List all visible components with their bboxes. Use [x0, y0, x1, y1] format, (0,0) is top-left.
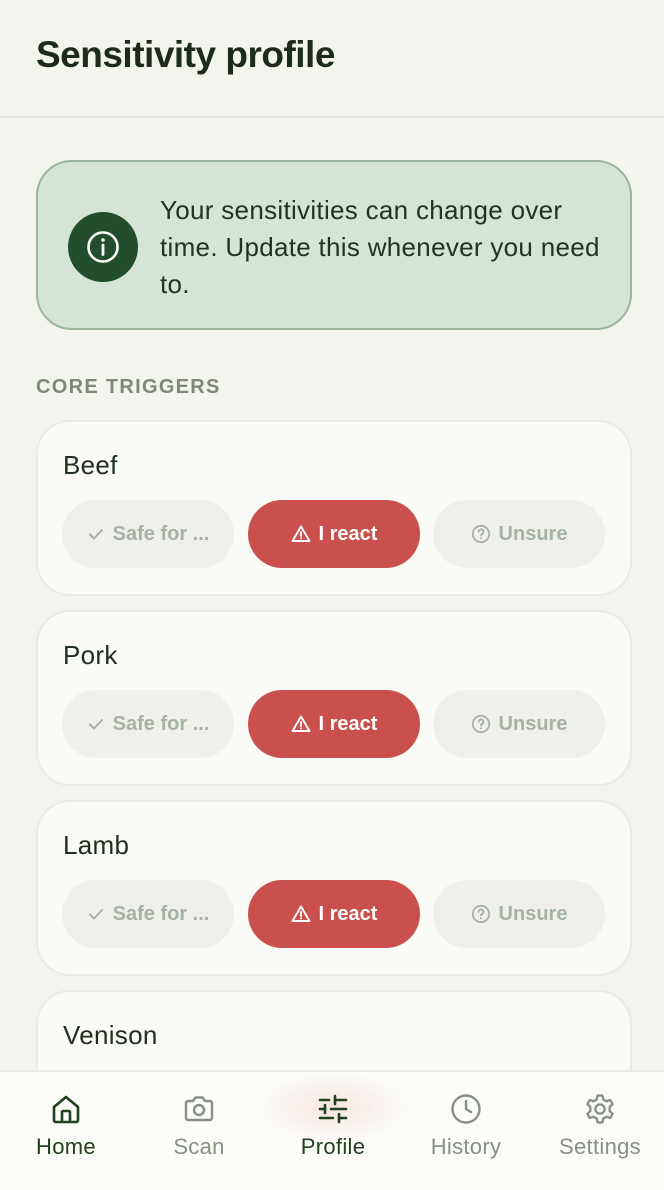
nav-scan[interactable]: Scan — [133, 1092, 265, 1182]
trigger-name: Venison — [63, 1020, 158, 1050]
nav-history-label: History — [430, 1134, 502, 1159]
trigger-card-venison: Venison — [36, 990, 632, 1070]
unsure-option-button[interactable]: Unsure — [433, 880, 605, 948]
unsure-option-label: Unsure — [498, 712, 568, 735]
nav-settings[interactable]: Settings — [534, 1092, 664, 1182]
home-icon — [52, 1095, 80, 1124]
trigger-card-beef: Beef Safe for ... I react Unsure — [36, 420, 632, 596]
clock-icon — [451, 1094, 481, 1124]
unsure-option-button[interactable]: Unsure — [433, 500, 605, 568]
content-scroll-area[interactable]: Your sensitivities can change over time.… — [0, 118, 664, 1070]
gear-icon — [586, 1094, 614, 1124]
nav-home[interactable]: Home — [0, 1092, 132, 1182]
info-text: Your sensitivities can change over time.… — [160, 195, 600, 299]
trigger-name: Beef — [63, 450, 118, 480]
sliders-icon — [318, 1094, 348, 1124]
react-option-button[interactable]: I react — [248, 880, 420, 948]
safe-option-button[interactable]: Safe for ... — [62, 880, 234, 948]
unsure-option-button[interactable]: Unsure — [433, 690, 605, 758]
check-icon — [88, 909, 103, 920]
trigger-card-pork: Pork Safe for ... I react Unsure — [36, 610, 632, 786]
header: Sensitivity profile — [0, 0, 664, 118]
question-icon — [471, 904, 490, 924]
trigger-name: Lamb — [63, 830, 130, 860]
react-option-button[interactable]: I react — [248, 500, 420, 568]
nav-profile-label: Profile — [300, 1134, 366, 1159]
question-icon — [471, 524, 490, 544]
nav-history[interactable]: History — [400, 1092, 532, 1182]
safe-option-button[interactable]: Safe for ... — [62, 500, 234, 568]
react-option-label: I react — [318, 712, 378, 735]
react-option-label: I react — [318, 522, 378, 545]
safe-option-button[interactable]: Safe for ... — [62, 690, 234, 758]
check-icon — [88, 529, 103, 540]
page-title: Sensitivity profile — [36, 34, 335, 75]
app-screen: Sensitivity profile Your sensitivities c… — [0, 0, 664, 1190]
react-option-button[interactable]: I react — [248, 690, 420, 758]
trigger-card-lamb: Lamb Safe for ... I react Unsure — [36, 800, 632, 976]
react-option-label: I react — [318, 902, 378, 925]
unsure-option-label: Unsure — [498, 522, 568, 545]
warning-icon — [291, 905, 310, 922]
warning-icon — [291, 525, 310, 542]
trigger-name: Pork — [63, 640, 118, 670]
safe-option-label: Safe for ... — [112, 712, 210, 735]
safe-option-label: Safe for ... — [112, 522, 210, 545]
section-title: CORE TRIGGERS — [36, 376, 221, 398]
nav-profile[interactable]: Profile — [267, 1092, 399, 1182]
bottom-nav: Home Scan Profile History Settings — [0, 1070, 664, 1190]
info-icon — [68, 212, 138, 282]
camera-icon — [184, 1096, 214, 1122]
check-icon — [88, 719, 103, 730]
nav-home-label: Home — [36, 1134, 96, 1159]
nav-settings-label: Settings — [559, 1134, 641, 1159]
question-icon — [471, 714, 490, 734]
nav-scan-label: Scan — [173, 1134, 225, 1159]
safe-option-label: Safe for ... — [112, 902, 210, 925]
info-banner: Your sensitivities can change over time.… — [36, 160, 632, 330]
unsure-option-label: Unsure — [498, 902, 568, 925]
warning-icon — [291, 715, 310, 732]
